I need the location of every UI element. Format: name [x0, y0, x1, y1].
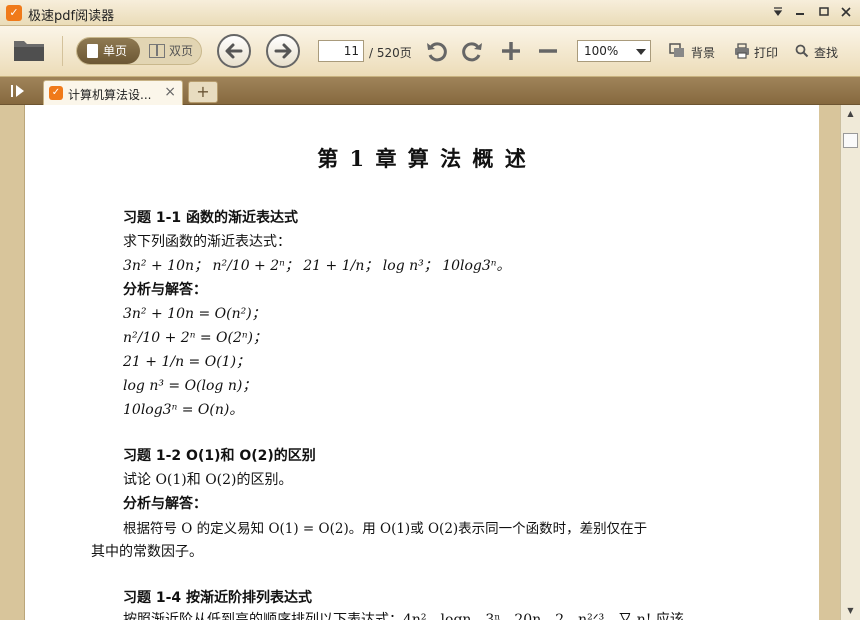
search-icon[interactable] — [795, 44, 809, 61]
background-button[interactable]: 背景 — [691, 44, 715, 61]
text-line: 3n² + 10n = O(n²)； — [123, 306, 266, 322]
close-button[interactable] — [836, 3, 856, 23]
double-page-icon — [149, 44, 165, 58]
print-button[interactable]: 打印 — [754, 44, 778, 61]
single-page-icon — [87, 44, 98, 58]
text-line: 10log3ⁿ = O(n)。 — [123, 402, 244, 418]
tab-document[interactable]: ✓ 计算机算法设... × — [43, 80, 183, 105]
section-heading: 分析与解答： — [123, 282, 207, 298]
page-number-input[interactable]: 11 — [318, 40, 364, 62]
menu-dropdown-icon[interactable] — [768, 3, 788, 23]
toolbar: 单页 双页 11 / 520页 100% 背景 打印 查找 — [0, 26, 860, 77]
text-line: 21 + 1/n = O(1)； — [123, 354, 251, 370]
sidebar-toggle-icon[interactable] — [8, 82, 30, 100]
rotate-cw-icon[interactable] — [460, 39, 484, 66]
text-line: 3n² + 10n； n²/10 + 2ⁿ； 21 + 1/n； log n³；… — [123, 258, 511, 274]
text-line: 按照渐近阶从低到高的顺序排列以下表达式：4n²，logn，3ⁿ，20n，2，n²… — [123, 612, 684, 620]
text-line: 根据符号 O 的定义易知 O(1) = O(2)。用 O(1)或 O(2)表示同… — [123, 521, 648, 537]
plus-icon[interactable] — [500, 40, 522, 65]
exercise-heading: 习题 1-1 函数的渐近表达式 — [123, 210, 299, 226]
chapter-title: 第 1 章 算 法 概 述 — [317, 146, 528, 171]
print-icon[interactable] — [734, 43, 750, 62]
text-line: log n³ = O(log n)； — [123, 378, 257, 394]
tab-bar: ✓ 计算机算法设... × + — [0, 77, 860, 105]
scrollbar-thumb[interactable] — [843, 133, 858, 148]
exercise-heading: 习题 1-2 O(1)和 O(2)的区别 — [123, 448, 316, 464]
app-logo-icon: ✓ — [6, 5, 22, 21]
maximize-button[interactable] — [814, 3, 834, 23]
window-title: 极速pdf阅读器 — [28, 9, 115, 24]
section-heading: 分析与解答： — [123, 496, 207, 512]
page-total: / 520页 — [369, 46, 412, 60]
arrow-right-icon[interactable] — [266, 34, 300, 68]
scroll-up-icon[interactable]: ▲ — [843, 107, 858, 121]
title-bar: ✓ 极速pdf阅读器 — [0, 0, 860, 26]
document-viewport: 第 1 章 算 法 概 述 习题 1-1 函数的渐近表达式 求下列函数的渐近表达… — [0, 105, 860, 620]
exercise-heading: 习题 1-4 按渐近阶排列表达式 — [123, 590, 313, 606]
single-page-button[interactable]: 单页 — [77, 38, 140, 64]
zoom-select[interactable]: 100% — [577, 40, 651, 62]
text-line: 其中的常数因子。 — [91, 544, 203, 560]
new-tab-button[interactable]: + — [188, 81, 218, 103]
tab-title: 计算机算法设... — [68, 88, 152, 102]
rotate-ccw-icon[interactable] — [425, 39, 449, 66]
vertical-scrollbar[interactable]: ▲ ▼ — [840, 105, 860, 620]
text-line: n²/10 + 2ⁿ = O(2ⁿ)； — [123, 330, 267, 346]
arrow-left-icon[interactable] — [217, 34, 251, 68]
pdf-page: 第 1 章 算 法 概 述 习题 1-1 函数的渐近表达式 求下列函数的渐近表达… — [24, 105, 819, 620]
minus-icon[interactable] — [537, 40, 559, 65]
double-page-button[interactable]: 双页 — [143, 38, 201, 64]
scroll-down-icon[interactable]: ▼ — [843, 604, 858, 618]
view-mode-toggle: 单页 双页 — [76, 37, 202, 65]
search-button[interactable]: 查找 — [814, 44, 838, 61]
text-line: 求下列函数的渐近表达式： — [123, 234, 291, 250]
text-line: 试论 O(1)和 O(2)的区别。 — [123, 472, 293, 488]
minimize-button[interactable] — [790, 3, 810, 23]
chevron-down-icon — [636, 49, 646, 55]
document-tab-icon: ✓ — [49, 86, 63, 100]
close-icon[interactable]: × — [164, 84, 176, 100]
background-icon[interactable] — [669, 43, 685, 62]
folder-icon[interactable] — [12, 36, 46, 64]
